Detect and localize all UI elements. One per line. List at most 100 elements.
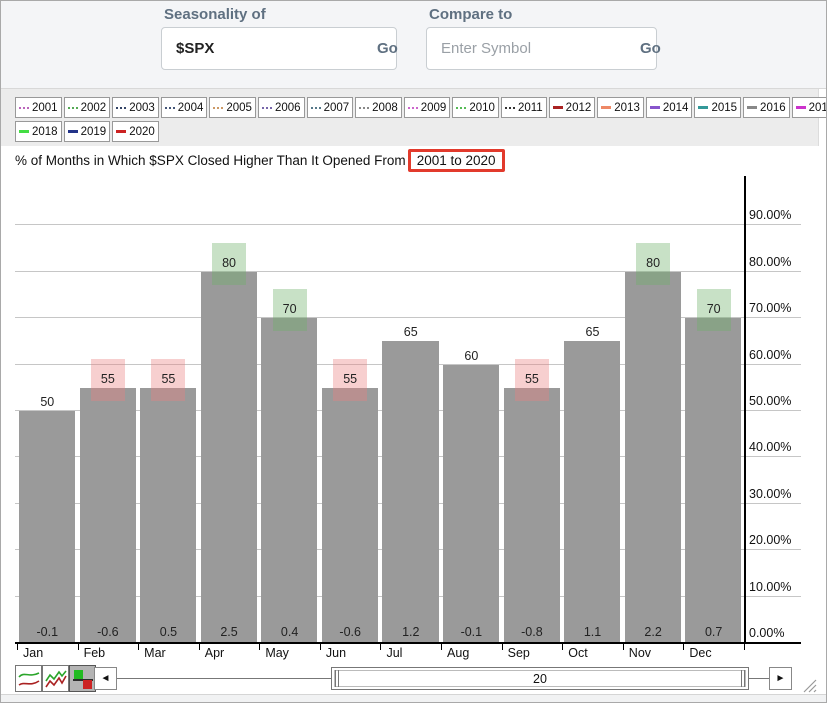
x-tick (138, 644, 139, 650)
legend-year-button-2007[interactable]: 2007 (307, 97, 354, 118)
y-tick-label: 50.00% (749, 394, 791, 408)
legend-year-button-2018[interactable]: 2018 (15, 121, 62, 142)
header-bar: Seasonality of Go Compare to Go (1, 1, 826, 89)
x-tick (17, 644, 18, 650)
y-tick-label: 0.00% (749, 626, 784, 640)
year-line-style-icon (116, 107, 126, 109)
year-label: 2009 (421, 102, 447, 114)
year-label: 2003 (129, 102, 155, 114)
bar-avg-change-label: 1.2 (380, 625, 441, 639)
y-tick-label: 10.00% (749, 580, 791, 594)
legend-year-button-2002[interactable]: 2002 (64, 97, 111, 118)
date-range-annotation-box: 2001 to 2020 (408, 149, 505, 172)
x-tick (441, 644, 442, 650)
year-line-style-icon (505, 107, 515, 109)
year-line-style-icon (19, 130, 29, 133)
seasonality-of-label: Seasonality of (164, 6, 266, 23)
bar-percent-label: 65 (380, 325, 441, 339)
legend-year-button-2006[interactable]: 2006 (258, 97, 305, 118)
legend-year-button-2003[interactable]: 2003 (112, 97, 159, 118)
month-label-mar: Mar (144, 646, 166, 660)
smooth-lines-icon (17, 668, 41, 690)
chart-title: % of Months in Which $SPX Closed Higher … (15, 147, 505, 173)
chart-type-jagged-lines-button[interactable] (42, 665, 69, 692)
thumb-grip-left (335, 670, 339, 687)
compare-symbol-input[interactable] (441, 40, 640, 57)
x-tick (320, 644, 321, 650)
x-tick (562, 644, 563, 650)
year-line-style-icon (165, 107, 175, 109)
symbol-input[interactable] (176, 40, 377, 57)
bar-avg-change-label: -0.1 (441, 625, 502, 639)
y-axis-labels: 0.00%10.00%20.00%30.00%40.00%50.00%60.00… (749, 176, 813, 643)
year-line-style-icon (408, 107, 418, 109)
bar-percent-label: 55 (502, 372, 563, 386)
legend-year-button-2012[interactable]: 2012 (549, 97, 596, 118)
legend-year-button-2013[interactable]: 2013 (597, 97, 644, 118)
compare-go-button[interactable]: Go (640, 40, 661, 57)
year-line-style-icon (601, 106, 611, 109)
bar-avg-change-label: 0.7 (683, 625, 744, 639)
plot-area: 50-0.155-0.6550.5802.5700.455-0.6651.260… (17, 176, 744, 643)
legend-year-button-2016[interactable]: 2016 (743, 97, 790, 118)
range-slider-thumb[interactable]: 20 (331, 667, 749, 690)
bar-percent-label: 65 (562, 325, 623, 339)
year-label: 2006 (275, 102, 301, 114)
x-tick (623, 644, 624, 650)
legend-year-button-2004[interactable]: 2004 (161, 97, 208, 118)
month-label-jun: Jun (326, 646, 346, 660)
legend-year-button-2019[interactable]: 2019 (64, 121, 111, 142)
y-tick-label: 60.00% (749, 348, 791, 362)
legend-year-button-2015[interactable]: 2015 (694, 97, 741, 118)
year-label: 2019 (81, 126, 107, 138)
year-line-style-icon (747, 106, 757, 109)
month-label-apr: Apr (205, 646, 224, 660)
year-label: 2014 (663, 102, 689, 114)
year-label: 2017 (809, 102, 827, 114)
scroll-left-button[interactable]: ◄ (94, 667, 117, 690)
scroll-right-button[interactable]: ► (769, 667, 792, 690)
legend-year-button-2005[interactable]: 2005 (209, 97, 256, 118)
legend-year-button-2009[interactable]: 2009 (404, 97, 451, 118)
left-arrow-icon: ◄ (101, 673, 111, 684)
bar-avg-change-label: -0.6 (78, 625, 139, 639)
chart-type-seasonality-bars-button[interactable] (69, 665, 96, 692)
y-tick-label: 20.00% (749, 533, 791, 547)
x-tick (199, 644, 200, 650)
year-label: 2018 (32, 126, 58, 138)
year-label: 2001 (32, 102, 58, 114)
bar-percent-label: 80 (623, 256, 684, 270)
legend-year-button-2001[interactable]: 2001 (15, 97, 62, 118)
bar-dec (685, 318, 741, 643)
bar-jun (322, 388, 378, 643)
legend-year-button-2014[interactable]: 2014 (646, 97, 693, 118)
bar-jan (19, 411, 75, 643)
bar-avg-change-label: -0.6 (320, 625, 381, 639)
bar-percent-label: 55 (138, 372, 199, 386)
legend-year-button-2017[interactable]: 2017 (792, 97, 827, 118)
month-label-nov: Nov (629, 646, 651, 660)
chart-title-text: % of Months in Which $SPX Closed Higher … (15, 153, 406, 168)
y-axis-line (744, 176, 746, 643)
right-arrow-icon: ► (776, 673, 786, 684)
year-label: 2015 (711, 102, 737, 114)
symbol-input-box: Go (161, 27, 397, 70)
bar-nov (625, 272, 681, 643)
legend-year-button-2008[interactable]: 2008 (355, 97, 402, 118)
symbol-go-button[interactable]: Go (377, 40, 398, 57)
bar-percent-label: 70 (683, 302, 744, 316)
year-line-style-icon (116, 130, 126, 133)
year-line-style-icon (698, 106, 708, 109)
x-tick (683, 644, 684, 650)
chart-type-smooth-lines-button[interactable] (15, 665, 42, 692)
legend-year-button-2011[interactable]: 2011 (501, 97, 547, 118)
year-label: 2010 (469, 102, 495, 114)
legend-year-button-2010[interactable]: 2010 (452, 97, 499, 118)
bar-sep (504, 388, 560, 643)
x-tick (744, 644, 745, 650)
month-label-jul: Jul (386, 646, 402, 660)
bar-percent-label: 55 (78, 372, 139, 386)
legend-year-button-2020[interactable]: 2020 (112, 121, 159, 142)
year-label: 2020 (129, 126, 155, 138)
bar-may (261, 318, 317, 643)
